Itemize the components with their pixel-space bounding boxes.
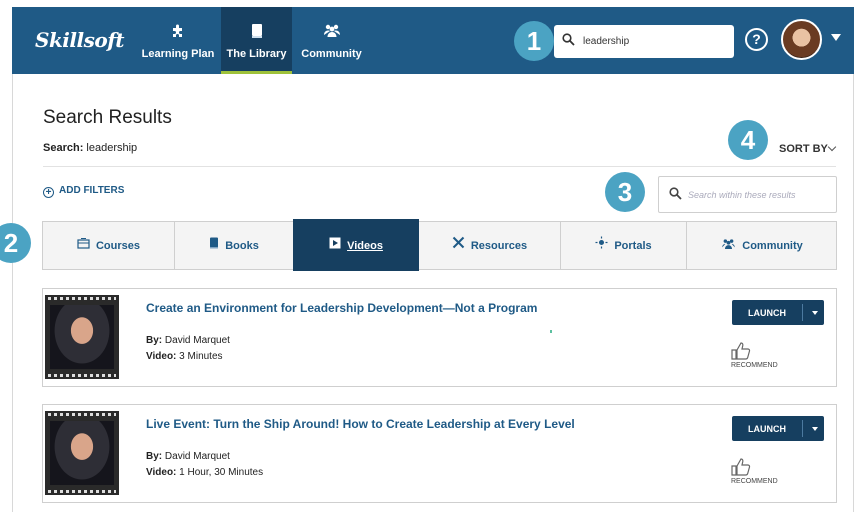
people-icon [294, 23, 369, 42]
launch-label: LAUNCH [748, 424, 786, 434]
by-label: By: [146, 335, 163, 346]
result-author: By: David Marquet [146, 335, 230, 346]
launch-label: LAUNCH [748, 308, 786, 318]
avatar[interactable] [781, 19, 822, 60]
callout-3: 3 [605, 172, 645, 212]
decorative-dot [550, 330, 552, 333]
tab-portals-label: Portals [614, 240, 652, 252]
tab-books[interactable]: Books [175, 222, 294, 269]
nav-learning-plan[interactable]: Learning Plan [140, 7, 216, 74]
tab-courses[interactable]: Courses [43, 222, 175, 269]
tab-videos[interactable]: Videos [293, 219, 419, 271]
add-filters-label: ADD FILTERS [59, 185, 125, 196]
list-item[interactable]: Create an Environment for Leadership Dev… [42, 288, 837, 387]
tab-community[interactable]: Community [687, 222, 837, 269]
recommend-button[interactable]: RECOMMEND [731, 342, 791, 369]
portal-icon [595, 222, 608, 269]
chevron-down-icon[interactable] [831, 34, 841, 41]
page: Skillsoft Learning Plan The Library Comm… [0, 0, 859, 512]
result-duration: Video: 3 Minutes [146, 351, 223, 362]
result-title[interactable]: Live Event: Turn the Ship Around! How to… [146, 417, 575, 431]
launch-divider [802, 304, 803, 321]
author-name: David Marquet [164, 451, 230, 462]
courses-icon [77, 222, 90, 269]
launch-divider [802, 420, 803, 437]
nav-community-label: Community [301, 48, 362, 60]
search-within-input[interactable]: Search within these results [658, 176, 837, 213]
by-label: By: [146, 451, 163, 462]
nav-the-library[interactable]: The Library [221, 7, 292, 74]
tab-videos-label: Videos [347, 240, 383, 252]
recommend-label: RECOMMEND [731, 362, 778, 369]
video-thumbnail[interactable] [45, 411, 119, 495]
global-search-input[interactable]: leadership [554, 25, 734, 58]
sort-by-button[interactable]: SORT BY [779, 143, 828, 155]
presenter-photo [50, 421, 114, 485]
chevron-down-icon[interactable] [812, 311, 818, 315]
puzzle-icon [140, 23, 216, 44]
presenter-photo [50, 305, 114, 369]
nav-learning-plan-label: Learning Plan [141, 48, 215, 60]
book-icon [221, 23, 292, 44]
duration-value: 3 Minutes [179, 351, 223, 362]
callout-4: 4 [728, 120, 768, 160]
video-thumbnail[interactable] [45, 295, 119, 379]
result-title[interactable]: Create an Environment for Leadership Dev… [146, 301, 537, 315]
search-label: Search: [43, 142, 84, 154]
video-label: Video: [146, 467, 177, 478]
chevron-down-icon[interactable] [827, 142, 837, 152]
help-button[interactable]: ? [745, 28, 768, 51]
search-term: leadership [86, 142, 138, 154]
author-name: David Marquet [164, 335, 230, 346]
search-icon [562, 33, 575, 51]
tools-icon [452, 222, 465, 269]
people-icon [721, 222, 736, 269]
launch-button[interactable]: LAUNCH [732, 300, 824, 325]
list-item[interactable]: Live Event: Turn the Ship Around! How to… [42, 404, 837, 503]
duration-value: 1 Hour, 30 Minutes [179, 467, 264, 478]
search-icon [669, 187, 682, 205]
add-filters-link[interactable]: + ADD FILTERS [43, 185, 124, 198]
tab-community-label: Community [742, 240, 803, 252]
recommend-label: RECOMMEND [731, 478, 778, 485]
callout-1: 1 [514, 21, 554, 61]
tab-portals[interactable]: Portals [561, 222, 687, 269]
launch-button[interactable]: LAUNCH [732, 416, 824, 441]
search-within-placeholder: Search within these results [688, 190, 796, 200]
result-duration: Video: 1 Hour, 30 Minutes [146, 467, 263, 478]
video-label: Video: [146, 351, 177, 362]
thumbs-up-icon [731, 458, 751, 476]
left-border [12, 74, 13, 512]
top-nav-bar: Skillsoft Learning Plan The Library Comm… [12, 7, 854, 74]
page-title: Search Results [43, 107, 172, 128]
nav-the-library-label: The Library [226, 48, 287, 60]
tab-resources[interactable]: Resources [419, 222, 561, 269]
video-icon [329, 219, 341, 271]
chevron-down-icon[interactable] [812, 427, 818, 431]
right-border [853, 74, 854, 512]
thumbs-up-icon [731, 342, 751, 360]
nav-community[interactable]: Community [294, 7, 369, 74]
content-type-tabs: Courses Books Videos Resources Portals C… [42, 219, 837, 271]
skillsoft-logo[interactable]: Skillsoft [35, 28, 125, 52]
tab-books-label: Books [225, 240, 259, 252]
book-icon [209, 222, 219, 269]
result-author: By: David Marquet [146, 451, 230, 462]
search-term-line: Search: leadership [43, 142, 137, 154]
callout-2: 2 [0, 223, 31, 263]
divider [43, 166, 836, 167]
tab-courses-label: Courses [95, 240, 141, 252]
global-search-value: leadership [583, 36, 630, 47]
tab-resources-label: Resources [470, 240, 528, 252]
recommend-button[interactable]: RECOMMEND [731, 458, 791, 485]
plus-circle-icon: + [43, 187, 54, 198]
